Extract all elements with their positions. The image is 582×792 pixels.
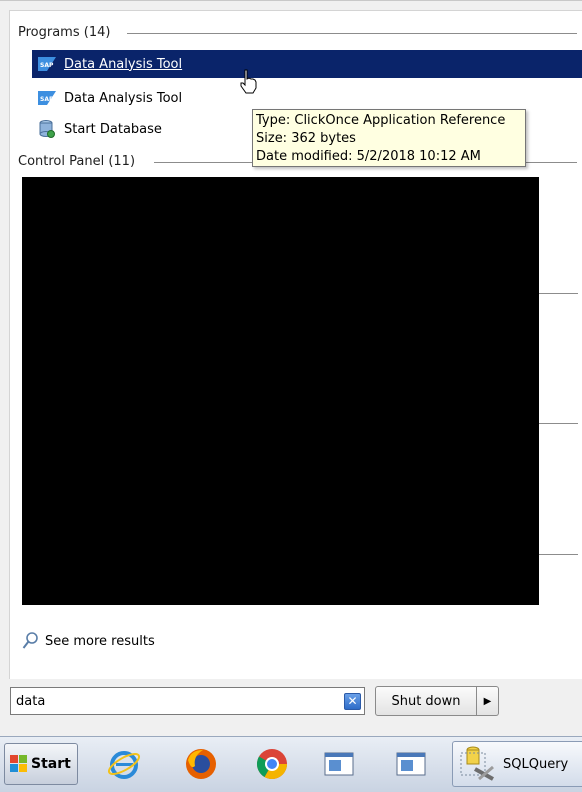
search-results-pane: Programs (14) SAP Data Analysis Tool SAP… bbox=[9, 10, 582, 679]
group-divider bbox=[538, 423, 578, 424]
chevron-right-icon: ▶ bbox=[483, 695, 492, 707]
program-item-data-analysis-tool-selected[interactable]: SAP Data Analysis Tool bbox=[32, 50, 582, 78]
programs-header-divider bbox=[127, 33, 577, 34]
application-window-icon[interactable] bbox=[321, 746, 357, 782]
program-item-data-analysis-tool[interactable]: SAP Data Analysis Tool bbox=[32, 84, 582, 112]
shut-down-options-button[interactable]: ▶ bbox=[477, 686, 499, 716]
hand-cursor-icon bbox=[239, 69, 259, 95]
group-divider bbox=[538, 293, 578, 294]
see-more-results-label: See more results bbox=[45, 633, 155, 649]
internet-explorer-icon[interactable] bbox=[106, 746, 142, 782]
programs-group-header: Programs (14) bbox=[18, 25, 111, 40]
sql-tools-icon bbox=[459, 745, 499, 783]
windows-logo-icon bbox=[10, 755, 28, 773]
taskbar: Start SQLQuery bbox=[0, 736, 582, 792]
sqlquery-label: SQLQuery bbox=[503, 756, 569, 772]
search-input[interactable] bbox=[14, 690, 336, 712]
tooltip-size: Size: 362 bytes bbox=[256, 131, 356, 146]
firefox-icon[interactable] bbox=[183, 746, 219, 782]
item-tooltip: Type: ClickOnce Application Reference Si… bbox=[252, 109, 526, 167]
application-window-icon[interactable] bbox=[393, 746, 429, 782]
sap-app-icon: SAP bbox=[38, 90, 56, 106]
see-more-results-link[interactable]: See more results bbox=[22, 629, 155, 653]
tooltip-type: Type: ClickOnce Application Reference bbox=[256, 113, 506, 128]
start-label: Start bbox=[31, 756, 71, 772]
clear-search-icon[interactable]: ✕ bbox=[344, 693, 361, 710]
database-icon bbox=[38, 120, 56, 138]
group-divider bbox=[538, 554, 578, 555]
search-icon bbox=[22, 632, 38, 650]
program-item-label: Data Analysis Tool bbox=[64, 56, 183, 72]
sap-app-icon: SAP bbox=[38, 56, 56, 72]
control-panel-group-header: Control Panel (11) bbox=[18, 154, 136, 169]
svg-text:SAP: SAP bbox=[40, 96, 54, 103]
program-item-label: Start Database bbox=[64, 121, 162, 137]
sqlquery-taskbar-button[interactable]: SQLQuery bbox=[452, 741, 582, 787]
shut-down-button[interactable]: Shut down bbox=[375, 686, 477, 716]
shut-down-label: Shut down bbox=[391, 693, 461, 709]
tooltip-date-modified: Date modified: 5/2/2018 10:12 AM bbox=[256, 149, 481, 164]
start-menu: Programs (14) SAP Data Analysis Tool SAP… bbox=[0, 0, 582, 737]
chrome-icon[interactable] bbox=[254, 746, 290, 782]
program-item-label: Data Analysis Tool bbox=[64, 90, 183, 106]
svg-text:SAP: SAP bbox=[40, 62, 54, 69]
redacted-region bbox=[22, 177, 539, 605]
start-button[interactable]: Start bbox=[4, 743, 78, 785]
start-search-box[interactable]: ✕ bbox=[10, 687, 365, 715]
